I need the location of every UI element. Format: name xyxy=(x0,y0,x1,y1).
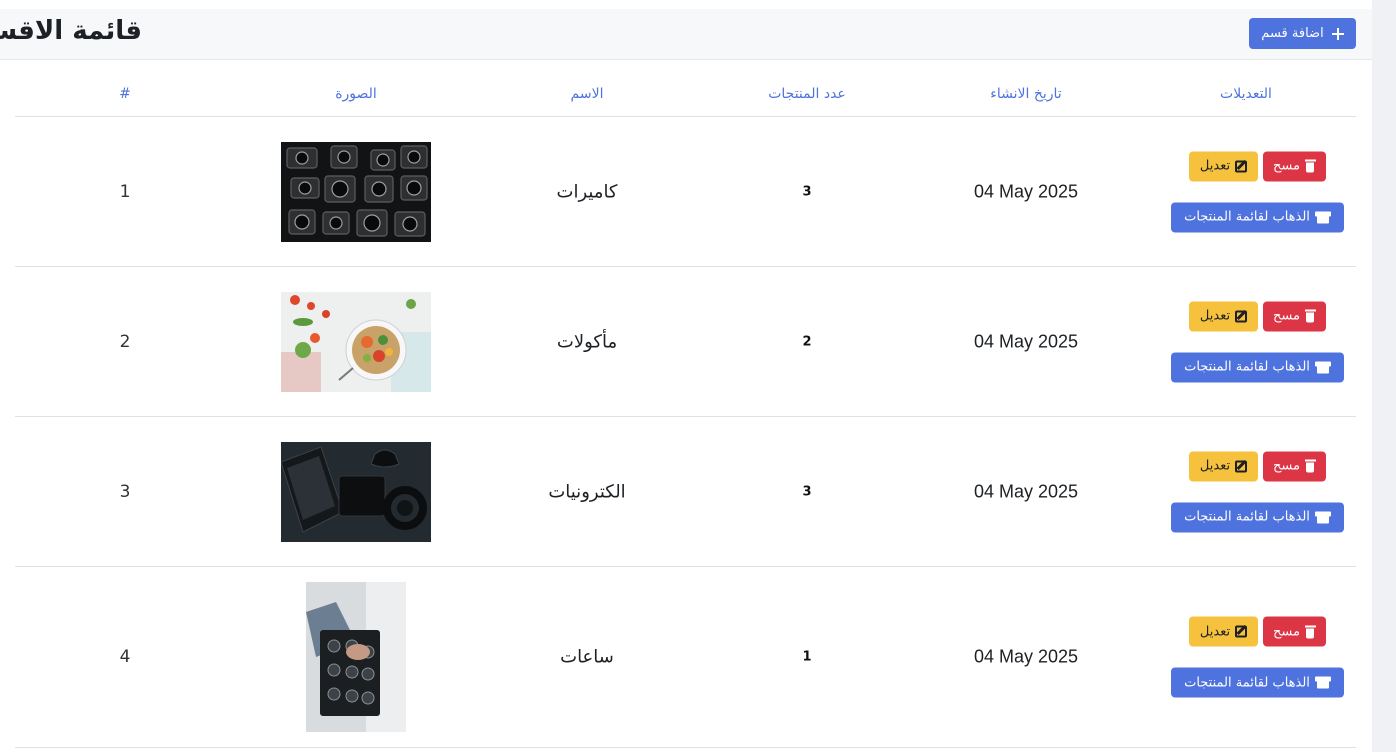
edit-label: تعديل xyxy=(1199,458,1231,474)
category-name: مأكولات xyxy=(556,331,618,352)
row-actions: مسح تعديل الذهاب لقائمة المنتجات xyxy=(1171,151,1351,232)
go-to-products-label: الذهاب لقائمة المنتجات xyxy=(1184,359,1310,375)
electronics-photo-icon xyxy=(281,441,431,542)
category-name: الكترونيات xyxy=(548,481,626,502)
delete-label: مسح xyxy=(1273,624,1300,639)
trash-icon xyxy=(1304,625,1316,638)
delete-button[interactable]: مسح xyxy=(1263,451,1326,481)
edit-icon xyxy=(1235,625,1248,638)
row-index: 1 xyxy=(119,181,131,202)
edit-label: تعديل xyxy=(1199,308,1231,324)
go-to-products-label: الذهاب لقائمة المنتجات xyxy=(1184,675,1310,690)
category-name: ساعات xyxy=(560,646,614,668)
column-header-count: عدد المنتجات xyxy=(768,86,846,102)
row-actions: مسح تعديل الذهاب لقائمة المنتجات xyxy=(1171,451,1351,532)
table-row: 3 الكترونيات 3 04 May 2025 مسح تعديل الذ… xyxy=(15,417,1356,567)
box-icon xyxy=(1314,361,1331,373)
row-index: 4 xyxy=(119,647,131,667)
trash-icon xyxy=(1304,459,1316,473)
table-row: 4 ساعات 1 04 May 2025 مسح تعديل الذهاب ل… xyxy=(15,567,1356,748)
trash-icon xyxy=(1304,309,1316,323)
watches-photo-icon xyxy=(306,582,406,732)
box-icon xyxy=(1314,511,1331,523)
edit-button[interactable]: تعديل xyxy=(1189,151,1258,181)
row-actions: مسح تعديل الذهاب لقائمة المنتجات xyxy=(1171,616,1351,698)
go-to-products-button[interactable]: الذهاب لقائمة المنتجات xyxy=(1171,667,1344,698)
row-index: 3 xyxy=(119,481,131,502)
table-header: # الصورة الاسم عدد المنتجات تاريخ الانشا… xyxy=(15,72,1356,117)
page-title: قائمة الاقسام xyxy=(0,16,142,46)
created-date: 04 May 2025 xyxy=(973,481,1079,501)
delete-label: مسح xyxy=(1273,458,1300,474)
created-date: 04 May 2025 xyxy=(973,646,1079,667)
product-count: 3 xyxy=(802,484,812,499)
column-header-index: # xyxy=(119,86,131,102)
row-actions: مسح تعديل الذهاب لقائمة المنتجات xyxy=(1171,301,1351,382)
categories-table: # الصورة الاسم عدد المنتجات تاريخ الانشا… xyxy=(15,72,1356,748)
column-header-name: الاسم xyxy=(570,86,604,102)
edit-label: تعديل xyxy=(1199,158,1231,174)
add-category-label: اضافة قسم xyxy=(1261,26,1324,41)
product-count: 1 xyxy=(802,649,812,665)
card-header: قائمة الاقسام اضافة قسم xyxy=(0,9,1372,60)
table-row: 1 كاميرات 3 04 May 2025 مسح تعديل الذهاب… xyxy=(15,117,1356,267)
created-date: 04 May 2025 xyxy=(973,181,1079,201)
edit-button[interactable]: تعديل xyxy=(1189,451,1258,481)
created-date: 04 May 2025 xyxy=(973,331,1079,351)
go-to-products-label: الذهاب لقائمة المنتجات xyxy=(1184,509,1310,525)
column-header-created: تاريخ الانشاء xyxy=(990,86,1062,102)
delete-button[interactable]: مسح xyxy=(1263,301,1326,331)
go-to-products-button[interactable]: الذهاب لقائمة المنتجات xyxy=(1171,352,1344,382)
box-icon xyxy=(1314,676,1331,689)
go-to-products-label: الذهاب لقائمة المنتجات xyxy=(1184,209,1310,225)
edit-button[interactable]: تعديل xyxy=(1189,616,1258,647)
categories-page: قائمة الاقسام اضافة قسم # الصورة الاسم ع… xyxy=(0,0,1396,752)
edit-icon xyxy=(1235,160,1248,172)
table-row: 2 مأكولات 2 04 May 2025 مسح تعديل الذهاب… xyxy=(15,267,1356,417)
row-index: 2 xyxy=(119,331,131,352)
product-count: 2 xyxy=(802,334,812,349)
delete-button[interactable]: مسح xyxy=(1263,616,1326,647)
delete-label: مسح xyxy=(1273,308,1300,324)
scrollbar-track[interactable] xyxy=(1372,0,1396,752)
edit-icon xyxy=(1235,460,1248,472)
box-icon xyxy=(1314,211,1331,223)
go-to-products-button[interactable]: الذهاب لقائمة المنتجات xyxy=(1171,202,1344,232)
edit-button[interactable]: تعديل xyxy=(1189,301,1258,331)
food-photo-icon xyxy=(281,291,431,392)
plus-icon xyxy=(1331,27,1344,40)
edit-label: تعديل xyxy=(1199,624,1231,639)
column-header-image: الصورة xyxy=(335,86,377,102)
column-header-actions: التعديلات xyxy=(1220,86,1272,102)
product-count: 3 xyxy=(802,184,812,199)
edit-icon xyxy=(1235,310,1248,322)
go-to-products-button[interactable]: الذهاب لقائمة المنتجات xyxy=(1171,502,1344,532)
add-category-button[interactable]: اضافة قسم xyxy=(1249,18,1356,49)
trash-icon xyxy=(1304,159,1316,173)
category-name: كاميرات xyxy=(556,181,618,202)
cameras-photo-icon xyxy=(281,141,431,242)
delete-button[interactable]: مسح xyxy=(1263,151,1326,181)
delete-label: مسح xyxy=(1273,158,1300,174)
